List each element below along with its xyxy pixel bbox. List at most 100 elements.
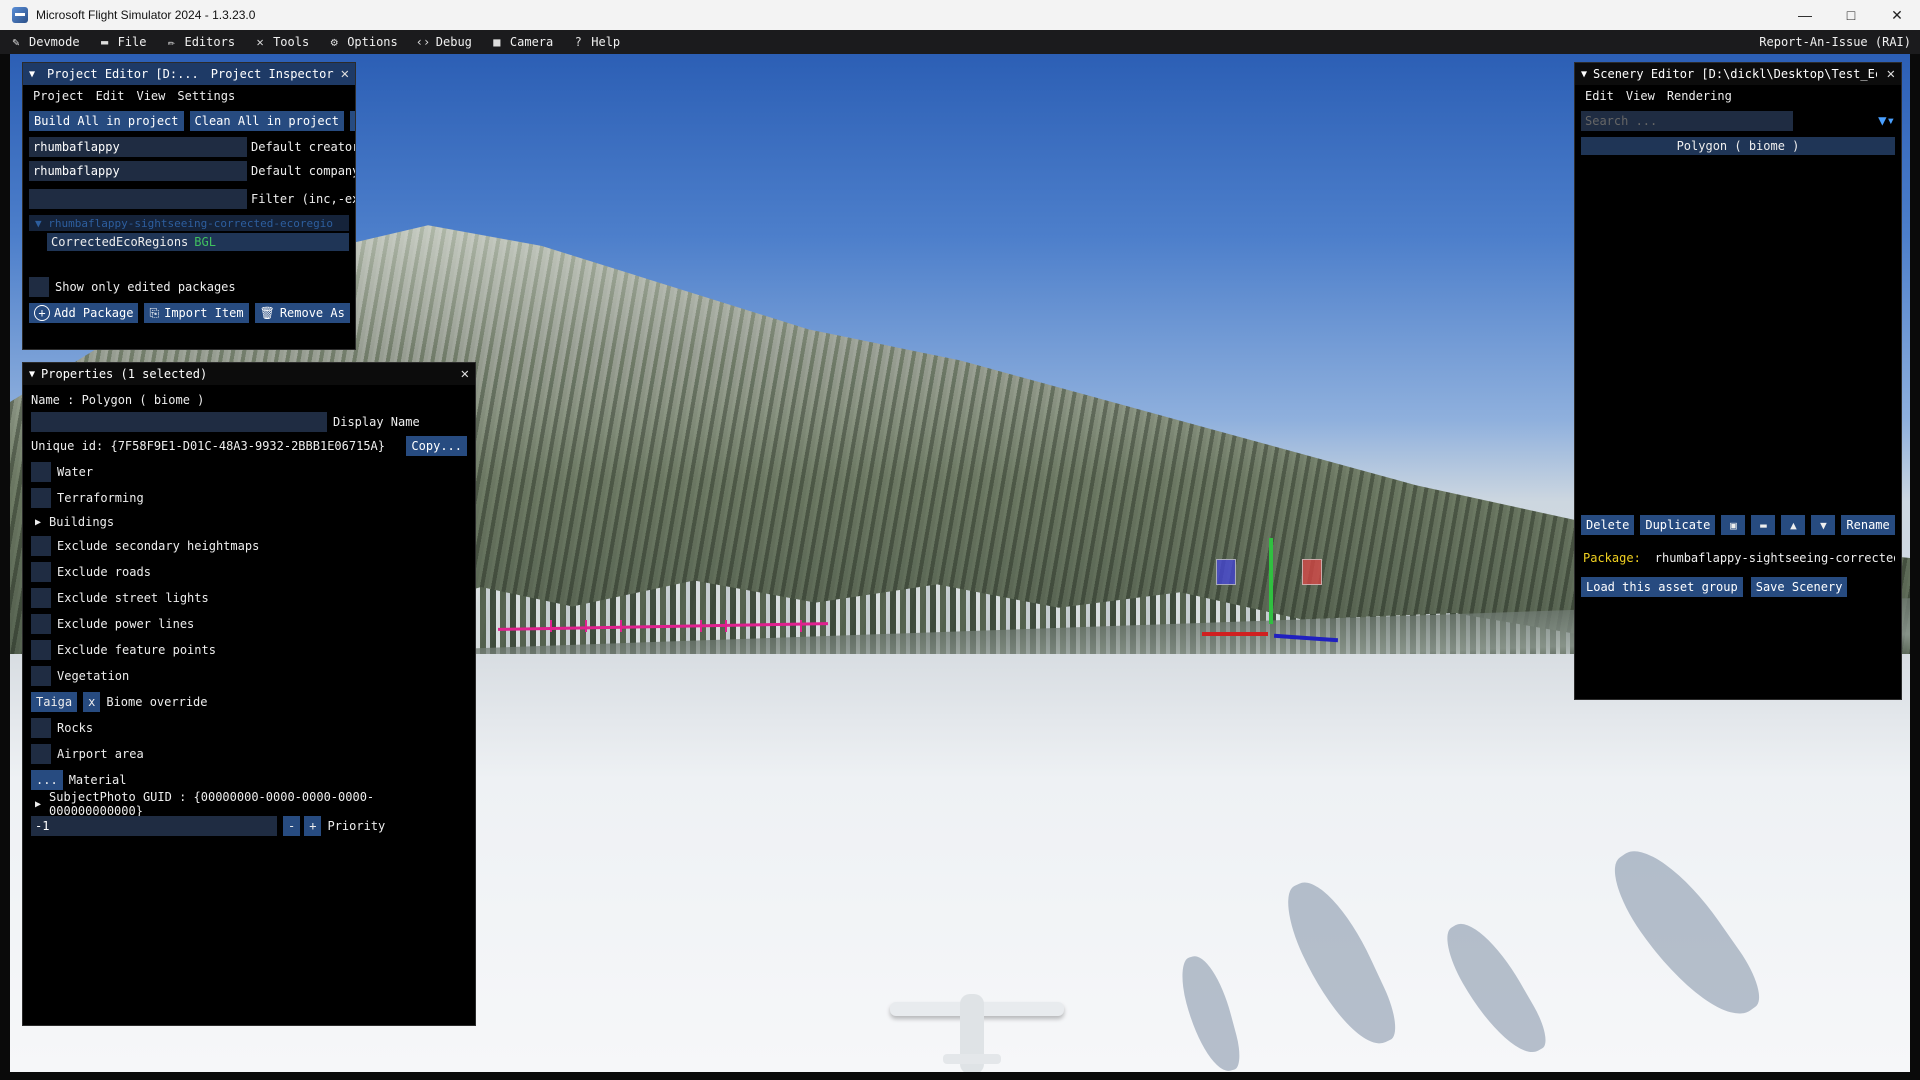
collapse-triangle-icon[interactable]: ▼: [29, 69, 35, 80]
scenery-list-item[interactable]: Polygon ( biome ): [1581, 137, 1895, 155]
camera-icon: ■: [493, 35, 501, 49]
polygon-vertex[interactable]: [700, 620, 702, 632]
polygon-vertex[interactable]: [725, 620, 727, 632]
menu-rendering[interactable]: Rendering: [1661, 89, 1738, 103]
terraforming-checkbox[interactable]: [31, 488, 51, 508]
exclude-power-lines-checkbox[interactable]: [31, 614, 51, 634]
exclude-roads-checkbox[interactable]: [31, 562, 51, 582]
delete-button[interactable]: Delete: [1581, 515, 1635, 535]
biome-clear-button[interactable]: x: [83, 692, 101, 712]
rocks-checkbox[interactable]: [31, 718, 51, 738]
window-title: Microsoft Flight Simulator 2024 - 1.3.23…: [36, 8, 256, 22]
vegetation-label: Vegetation: [57, 669, 130, 683]
tab-project-editor[interactable]: Project Editor [D:...: [41, 67, 205, 81]
name-line: Name : Polygon ( biome ): [31, 393, 205, 407]
menu-devmode[interactable]: ✎ Devmode: [0, 30, 89, 54]
exclude-feature-points-checkbox[interactable]: [31, 640, 51, 660]
polygon-vertex[interactable]: [800, 620, 802, 632]
filter-input[interactable]: [29, 189, 247, 209]
polygon-vertex[interactable]: [585, 620, 587, 632]
build-all-button[interactable]: Build All in project: [29, 111, 184, 131]
menu-view[interactable]: View: [130, 89, 171, 103]
exclude-heightmaps-checkbox[interactable]: [31, 536, 51, 556]
priority-input[interactable]: -1: [31, 816, 277, 836]
vegetation-checkbox[interactable]: [31, 666, 51, 686]
menu-tools[interactable]: ✕ Tools: [244, 30, 318, 54]
default-creator-input[interactable]: rhumbaflappy: [29, 137, 247, 157]
menu-options[interactable]: ⚙ Options: [318, 30, 407, 54]
properties-titlebar[interactable]: ▼ Properties (1 selected) ✕: [23, 363, 475, 385]
menu-edit[interactable]: Edit: [90, 89, 131, 103]
asset-tree-label: CorrectedEcoRegions: [51, 235, 189, 249]
clean-all-button[interactable]: Clean All in project: [189, 111, 344, 131]
menu-editors[interactable]: ✏ Editors: [155, 30, 244, 54]
material-picker-button[interactable]: ...: [31, 770, 63, 790]
collapse-triangle-icon[interactable]: ▼: [29, 369, 35, 380]
import-icon: ⎘: [149, 305, 160, 320]
rename-button[interactable]: Rename: [1841, 515, 1895, 535]
collapse-triangle-icon[interactable]: ▼: [1581, 69, 1587, 80]
package-tree-item[interactable]: ▼ rhumbaflappy-sightseeing-corrected-eco…: [29, 215, 349, 231]
airport-area-checkbox[interactable]: [31, 744, 51, 764]
new-folder-icon[interactable]: ▣: [1721, 515, 1746, 535]
expand-triangle-icon: ▶: [35, 798, 42, 810]
airport-area-label: Airport area: [57, 747, 144, 761]
report-issue-link[interactable]: Report-An-Issue (RAI): [1750, 30, 1920, 54]
show-edited-checkbox[interactable]: [29, 277, 49, 297]
project-editor-titlebar[interactable]: ▼ Project Editor [D:... Project Inspecto…: [23, 63, 355, 85]
close-window-button[interactable]: ✕: [1874, 0, 1920, 30]
copy-id-button[interactable]: Copy...: [406, 436, 467, 456]
build-more-button[interactable]: Bu: [350, 111, 355, 131]
minimize-button[interactable]: —: [1782, 0, 1828, 30]
help-icon: ?: [574, 35, 582, 49]
menu-view[interactable]: View: [1620, 89, 1661, 103]
maximize-button[interactable]: □: [1828, 0, 1874, 30]
menu-project[interactable]: Project: [27, 89, 90, 103]
exclude-street-lights-checkbox[interactable]: [31, 588, 51, 608]
close-icon[interactable]: ✕: [341, 66, 349, 82]
priority-increment-button[interactable]: +: [304, 816, 322, 836]
app-icon: [12, 7, 28, 23]
gizmo-axis-y[interactable]: [1269, 538, 1273, 624]
menu-settings[interactable]: Settings: [171, 89, 241, 103]
close-icon[interactable]: ✕: [461, 366, 469, 382]
remove-asset-button[interactable]: 🗑 Remove As: [254, 303, 350, 323]
code-icon: ‹›: [415, 35, 431, 49]
gizmo-axis-x[interactable]: [1202, 632, 1268, 636]
duplicate-button[interactable]: Duplicate: [1640, 515, 1716, 535]
biome-select[interactable]: Taiga: [31, 692, 78, 712]
menu-file[interactable]: ▬ File: [89, 30, 156, 54]
close-icon[interactable]: ✕: [1887, 66, 1895, 82]
exclude-feature-points-label: Exclude feature points: [57, 643, 216, 657]
water-checkbox[interactable]: [31, 462, 51, 482]
display-name-input[interactable]: [31, 412, 327, 432]
default-company-input[interactable]: rhumbaflappy: [29, 161, 247, 181]
scenery-editor-titlebar[interactable]: ▼ Scenery Editor [D:\dickl\Desktop\Test_…: [1575, 63, 1901, 85]
filter-icon[interactable]: ▼▾: [1878, 113, 1895, 129]
buildings-expander[interactable]: ▶ Buildings: [31, 511, 467, 533]
tab-project-inspector[interactable]: Project Inspector: [205, 67, 340, 81]
search-input[interactable]: Search ...: [1581, 111, 1793, 131]
priority-decrement-button[interactable]: -: [283, 816, 301, 836]
trash-icon: 🗑: [259, 306, 275, 320]
folder-icon[interactable]: ▬: [1751, 515, 1776, 535]
properties-panel: ▼ Properties (1 selected) ✕ Name : Polyg…: [22, 362, 476, 1026]
gizmo-handle-blue[interactable]: [1216, 559, 1236, 585]
expand-triangle-icon: ▶: [35, 516, 42, 528]
menu-debug[interactable]: ‹› Debug: [407, 30, 481, 54]
menu-edit[interactable]: Edit: [1579, 89, 1620, 103]
gizmo-handle-red[interactable]: [1302, 559, 1322, 585]
add-package-button[interactable]: + Add Package: [29, 303, 139, 323]
load-asset-group-button[interactable]: Load this asset group: [1581, 577, 1743, 597]
arrow-down-icon[interactable]: ▼: [1811, 515, 1836, 535]
save-scenery-button[interactable]: Save Scenery: [1750, 577, 1848, 597]
subject-photo-expander[interactable]: ▶ SubjectPhoto GUID : {00000000-0000-0000…: [31, 790, 467, 818]
import-item-button[interactable]: ⎘ Import Item: [144, 303, 249, 323]
asset-tree-item[interactable]: CorrectedEcoRegions BGL: [47, 233, 349, 251]
arrow-up-icon[interactable]: ▲: [1781, 515, 1806, 535]
menu-camera[interactable]: ■ Camera: [481, 30, 562, 54]
menu-help[interactable]: ? Help: [562, 30, 629, 54]
polygon-vertex[interactable]: [620, 620, 622, 632]
polygon-vertex[interactable]: [550, 620, 552, 632]
scenery-actions: Delete Duplicate ▣ ▬ ▲ ▼ Rename: [1581, 515, 1895, 535]
